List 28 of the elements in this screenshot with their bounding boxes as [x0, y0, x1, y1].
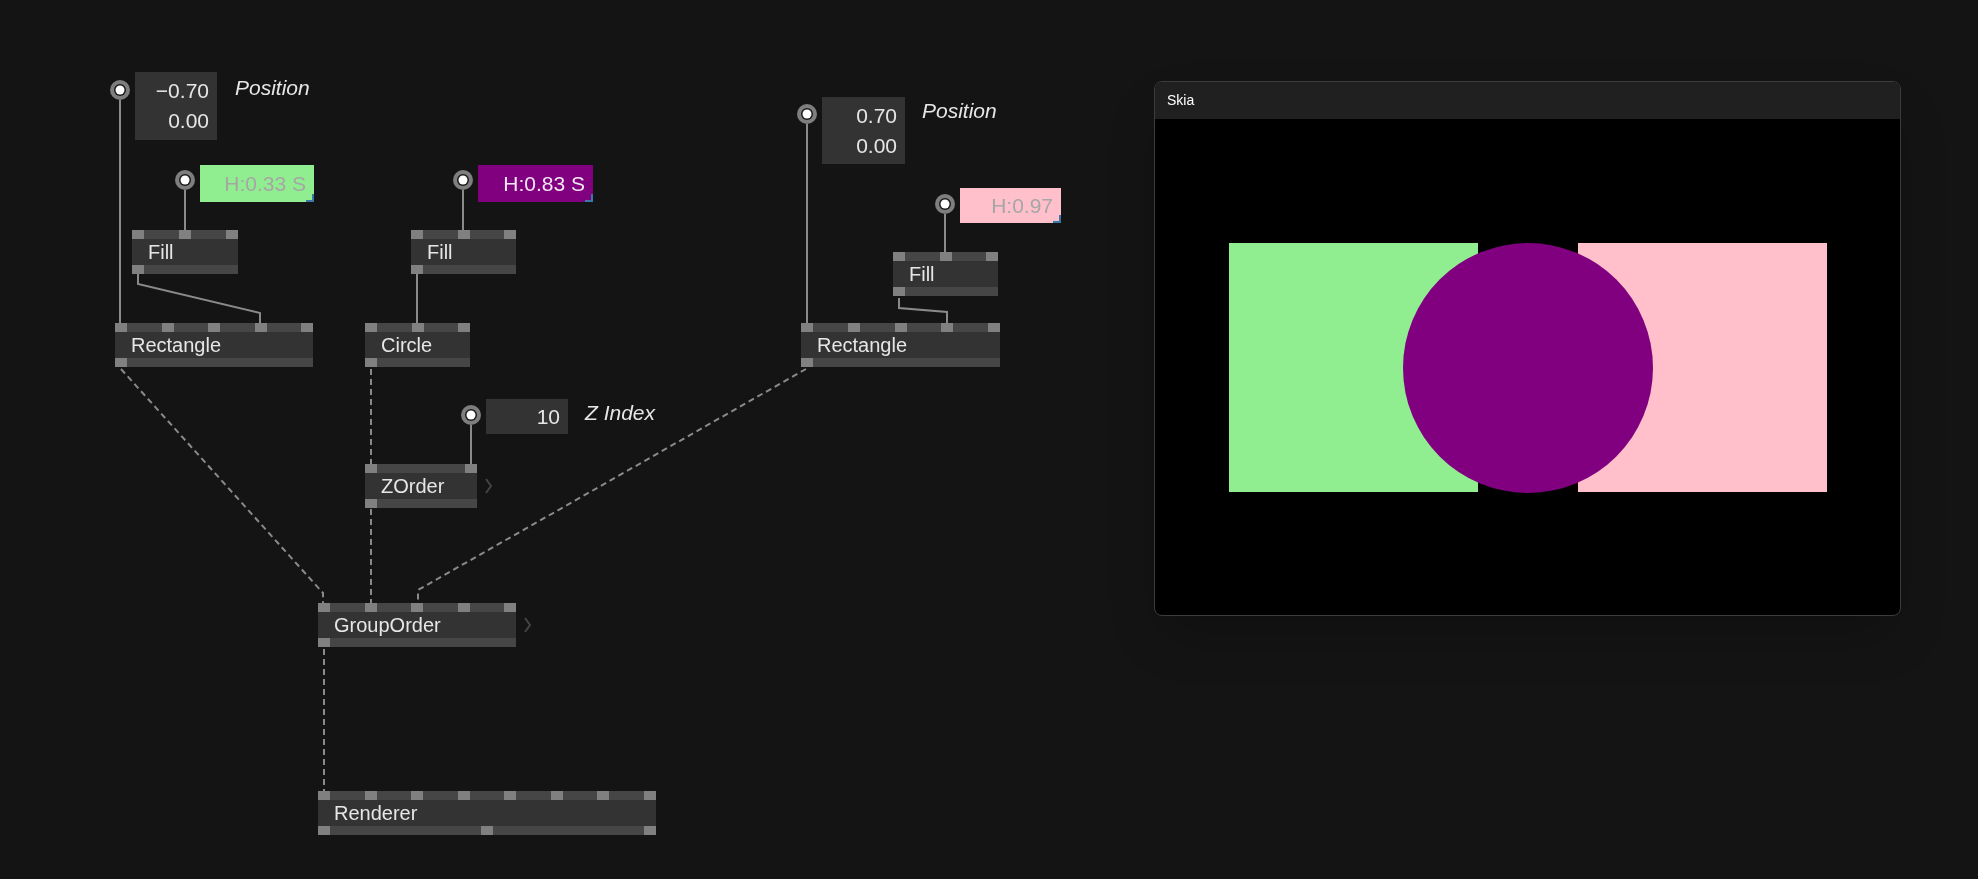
patch-node[interactable]: Renderer — [318, 791, 656, 835]
pad-label: Position — [922, 98, 997, 124]
color-field[interactable]: H:0.83 S — [478, 165, 593, 202]
wire — [184, 189, 186, 231]
number-field[interactable]: 10 — [486, 399, 568, 434]
io-pin-icon[interactable] — [460, 404, 482, 426]
vector-field[interactable]: −0.70 0.00 — [135, 72, 217, 140]
patch-node[interactable]: GroupOrder — [318, 603, 516, 647]
patch-node[interactable]: Fill — [893, 252, 998, 296]
io-pin-icon[interactable] — [109, 79, 131, 101]
wire — [416, 273, 418, 324]
patch-node[interactable]: Rectangle — [801, 323, 1000, 367]
io-pin-icon[interactable] — [174, 169, 196, 191]
wire — [944, 213, 946, 253]
vector-field[interactable]: 0.70 0.00 — [822, 97, 905, 164]
window-title: Skia — [1167, 91, 1195, 110]
patch-node[interactable]: Fill — [411, 230, 516, 274]
patch-node[interactable]: Fill — [132, 230, 238, 274]
io-pin-icon[interactable] — [452, 169, 474, 191]
io-pin-icon[interactable] — [796, 103, 818, 125]
io-pin-icon[interactable] — [934, 193, 956, 215]
patch-node[interactable]: Circle — [365, 323, 470, 367]
wire — [898, 297, 948, 324]
pad-label: Z Index — [585, 400, 656, 426]
patch-node[interactable]: Rectangle — [115, 323, 313, 367]
patch-node[interactable]: ZOrder — [365, 464, 477, 508]
wire — [462, 189, 464, 231]
pad-label: Position — [235, 75, 310, 101]
